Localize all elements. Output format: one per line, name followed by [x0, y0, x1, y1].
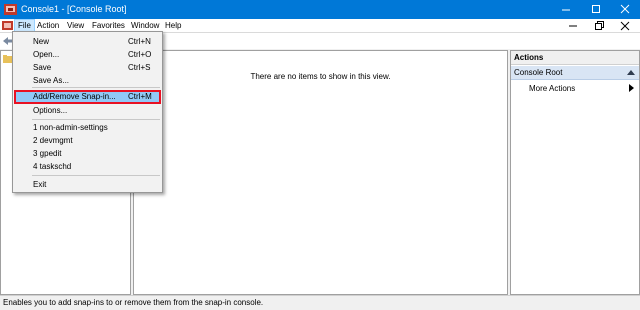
empty-view-message: There are no items to show in this view.	[250, 72, 391, 81]
more-actions-item[interactable]: More Actions	[529, 84, 575, 93]
actions-group-label: Console Root	[514, 68, 563, 77]
menu-item-label: New	[33, 37, 50, 46]
menu-separator	[32, 87, 160, 88]
title-bar: Console1 - [Console Root]	[0, 0, 640, 19]
console-icon[interactable]	[2, 20, 13, 31]
actions-pane: Actions Console Root More Actions	[510, 50, 640, 295]
menu-item-open[interactable]: Open... Ctrl+O	[14, 49, 161, 61]
menu-item-label: Options...	[33, 106, 68, 115]
menu-item-shortcut: Ctrl+O	[128, 50, 152, 59]
child-minimize-button[interactable]	[560, 19, 586, 32]
results-pane[interactable]: There are no items to show in this view.	[133, 50, 508, 295]
menu-item-recent-4[interactable]: 4 taskschd	[14, 161, 161, 173]
close-icon	[620, 21, 630, 31]
menu-item-recent-3[interactable]: 3 gpedit	[14, 148, 161, 160]
menu-item-label: 3 gpedit	[33, 149, 62, 158]
menu-action[interactable]: Action	[34, 20, 62, 31]
menu-item-add-remove-snap-in[interactable]: Add/Remove Snap-in... Ctrl+M	[14, 90, 161, 104]
menu-item-save[interactable]: Save Ctrl+S	[14, 62, 161, 74]
menu-item-label: Open...	[33, 50, 60, 59]
maximize-icon	[592, 5, 600, 13]
maximize-button[interactable]	[581, 0, 611, 19]
menu-help[interactable]: Help	[162, 20, 184, 31]
menu-item-options[interactable]: Options...	[14, 105, 161, 117]
menu-item-shortcut: Ctrl+S	[128, 63, 151, 72]
file-menu-dropdown: New Ctrl+N Open... Ctrl+O Save Ctrl+S Sa…	[12, 31, 163, 193]
minimize-icon	[562, 9, 570, 11]
menu-separator	[32, 175, 160, 176]
actions-group-console-root[interactable]: Console Root	[511, 66, 639, 80]
menu-item-save-as[interactable]: Save As...	[14, 75, 161, 87]
close-button[interactable]	[610, 0, 640, 19]
window-title: Console1 - [Console Root]	[21, 4, 127, 14]
minimize-button[interactable]	[551, 0, 581, 19]
collapse-arrow-icon[interactable]	[627, 70, 635, 75]
menu-item-label: 2 devmgmt	[33, 136, 73, 145]
menu-item-shortcut: Ctrl+M	[128, 92, 152, 101]
menu-favorites[interactable]: Favorites	[89, 20, 128, 31]
menu-item-label: Add/Remove Snap-in...	[33, 92, 116, 101]
menu-item-label: Exit	[33, 180, 47, 189]
restore-icon	[595, 21, 604, 30]
menu-item-label: Save As...	[33, 76, 70, 85]
status-text: Enables you to add snap-ins to or remove…	[3, 298, 264, 307]
menu-item-new[interactable]: New Ctrl+N	[14, 36, 161, 48]
child-close-button[interactable]	[612, 19, 638, 32]
menu-item-recent-2[interactable]: 2 devmgmt	[14, 135, 161, 147]
menu-view[interactable]: View	[64, 20, 87, 31]
menu-item-recent-1[interactable]: 1 non-admin-settings	[14, 122, 161, 134]
menu-item-label: 1 non-admin-settings	[33, 123, 108, 132]
actions-header: Actions	[511, 51, 639, 65]
menu-item-label: Save	[33, 63, 52, 72]
menu-item-label: 4 taskschd	[33, 162, 72, 171]
status-bar: Enables you to add snap-ins to or remove…	[0, 295, 640, 310]
submenu-arrow-icon[interactable]	[629, 84, 634, 92]
menu-item-exit[interactable]: Exit	[14, 179, 161, 191]
menu-separator	[32, 119, 160, 120]
child-restore-button[interactable]	[586, 19, 612, 32]
menu-item-shortcut: Ctrl+N	[128, 37, 151, 46]
close-icon	[620, 4, 630, 14]
menu-window[interactable]: Window	[128, 20, 162, 31]
mmc-app-icon[interactable]	[4, 3, 17, 15]
minimize-icon	[569, 25, 577, 27]
